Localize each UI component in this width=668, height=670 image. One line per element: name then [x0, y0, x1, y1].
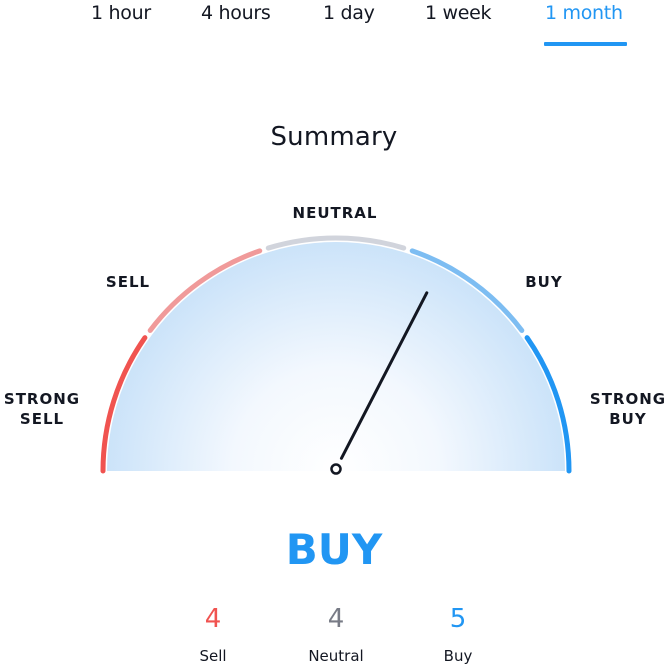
- buy-count: 5: [449, 604, 467, 634]
- label-strong-sell-line2: SELL: [19, 410, 65, 428]
- neutral-count-label: Neutral: [308, 647, 364, 665]
- label-strong-sell-line1: STRONG: [3, 390, 81, 408]
- label-buy: BUY: [525, 273, 563, 291]
- label-strong-buy-line1: STRONG: [589, 390, 667, 408]
- label-neutral: NEUTRAL: [292, 204, 378, 222]
- buy-count-label: Buy: [443, 647, 473, 665]
- summary-verdict: BUY: [285, 525, 383, 574]
- label-sell: SELL: [105, 273, 151, 291]
- label-strong-buy: STRONG BUY: [588, 389, 668, 429]
- needle-pivot: [330, 463, 342, 475]
- sell-count-label: Sell: [199, 647, 227, 665]
- neutral-count: 4: [327, 604, 345, 634]
- label-strong-buy-line2: BUY: [609, 410, 647, 428]
- sell-count: 4: [204, 604, 222, 634]
- label-strong-sell: STRONG SELL: [2, 389, 82, 429]
- gauge-face: [107, 242, 565, 471]
